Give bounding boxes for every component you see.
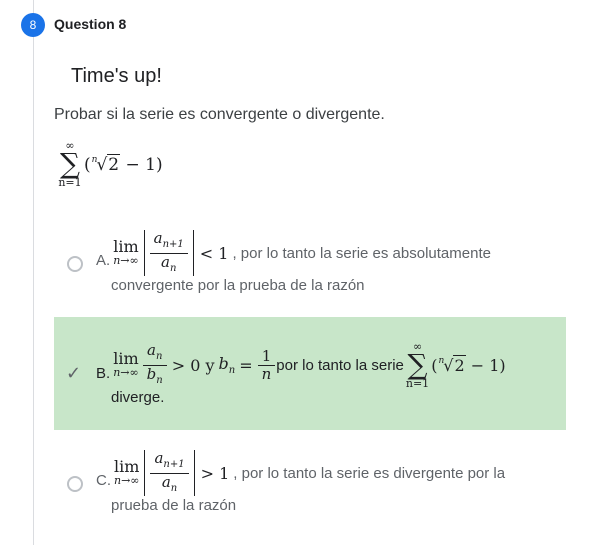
radical-index: n xyxy=(91,155,98,165)
equals: = xyxy=(239,355,253,375)
frac-den: a xyxy=(161,472,171,491)
radical-index: n xyxy=(438,355,445,366)
ratio-fraction: an+1 an xyxy=(150,449,189,497)
frac-den-sub: n xyxy=(169,262,177,274)
option-text: por lo tanto la serie xyxy=(276,356,404,374)
radicand: 2 xyxy=(107,154,121,175)
ratio-fraction: an bn xyxy=(142,340,167,389)
open-paren: ( xyxy=(84,155,91,175)
option-text-continued: prueba de la razón xyxy=(111,497,237,514)
b-fraction: 1 n xyxy=(257,346,276,383)
option-b[interactable]: ✓ B. lim n→∞ an bn > 0 y bn = 1 n por lo… xyxy=(54,317,566,430)
frac-num-sub: n+1 xyxy=(162,238,184,250)
option-text: , por lo tanto la serie es absolutamente xyxy=(232,244,491,262)
frac-den-sub: n xyxy=(156,374,163,386)
question-timeline-line xyxy=(33,0,34,545)
nth-root: n√2 xyxy=(91,154,121,175)
lim-label: lim xyxy=(113,349,139,368)
option-letter: A. xyxy=(96,251,111,269)
option-text-continued: diverge. xyxy=(111,389,165,406)
absolute-value: an+1 an xyxy=(144,449,195,497)
frac-num-sub: n+1 xyxy=(163,458,185,470)
sum-lower-limit: n=1 xyxy=(58,176,82,189)
option-text-continued: convergente por la prueba de la razón xyxy=(111,277,365,294)
b-den: n xyxy=(257,364,276,383)
frac-den: a xyxy=(161,252,170,271)
frac-den: b xyxy=(146,364,157,383)
lim-subscript: n→∞ xyxy=(113,254,139,267)
times-up-message: Time's up! xyxy=(71,65,162,87)
minus-one: − 1) xyxy=(465,355,506,375)
radio-button-a[interactable] xyxy=(67,256,83,272)
lim-subscript: n→∞ xyxy=(114,474,140,487)
option-a[interactable]: A. lim n→∞ an+1 an < 1 , por lo tanto la… xyxy=(54,218,566,306)
b-sub: n xyxy=(228,365,236,377)
limit: lim n→∞ xyxy=(113,351,138,379)
radio-button-c[interactable] xyxy=(67,476,83,492)
absolute-value: an+1 an xyxy=(143,228,194,277)
frac-num-sub: n xyxy=(155,350,163,362)
relation: > 0 y xyxy=(171,355,215,375)
b-symbol: b xyxy=(218,353,229,373)
limit: lim n→∞ xyxy=(114,459,139,487)
option-text: , por lo tanto la serie es divergente po… xyxy=(233,464,506,482)
frac-num: a xyxy=(146,340,156,359)
frac-den-sub: n xyxy=(170,482,178,494)
sum-lower-limit: n=1 xyxy=(405,376,430,390)
question-title: Question 8 xyxy=(54,16,127,32)
lim-label: lim xyxy=(113,237,139,256)
frac-num: a xyxy=(153,228,163,247)
summation-symbol: ∞ ∑ n=1 xyxy=(405,339,430,390)
ratio-fraction: an+1 an xyxy=(149,228,188,277)
limit: lim n→∞ xyxy=(113,239,138,267)
option-letter: B. xyxy=(96,364,111,382)
question-number-badge: 8 xyxy=(21,13,45,37)
checkmark-icon: ✓ xyxy=(66,363,82,384)
minus-one: − 1) xyxy=(120,155,163,175)
b-num: 1 xyxy=(261,346,272,365)
option-letter: C. xyxy=(96,471,111,489)
relation: < 1 xyxy=(199,243,229,263)
summation-symbol: ∞ ∑ n=1 xyxy=(58,139,82,189)
lim-subscript: n→∞ xyxy=(113,366,139,379)
option-c[interactable]: C. lim n→∞ an+1 an > 1 , por lo tanto la… xyxy=(54,440,566,530)
question-prompt: Probar si la serie es convergente o dive… xyxy=(54,106,385,123)
nth-root: n√2 xyxy=(438,354,466,375)
radicand: 2 xyxy=(453,354,466,375)
relation: > 1 xyxy=(200,463,230,483)
lim-label: lim xyxy=(114,457,140,476)
